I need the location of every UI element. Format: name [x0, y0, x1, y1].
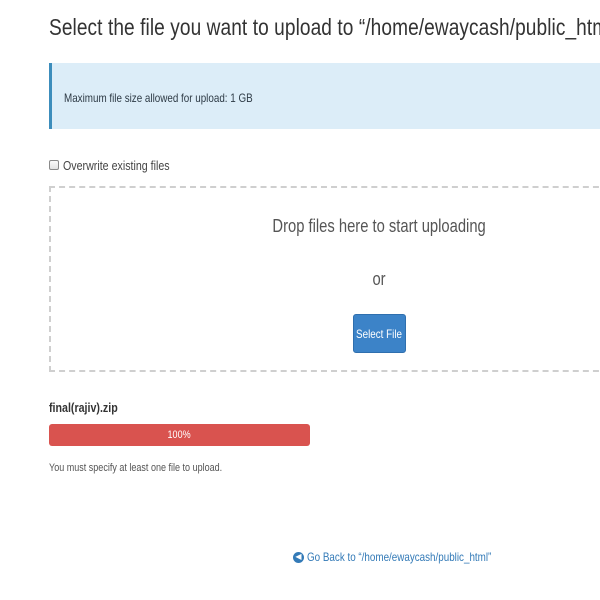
upload-error-message: You must specify at least one file to up…: [49, 462, 223, 474]
select-file-button-label: Select File: [356, 326, 403, 341]
go-back-link[interactable]: ◀ Go Back to “/home/ewaycash/public_html…: [293, 550, 532, 564]
upload-progress-label: 100%: [167, 429, 192, 441]
overwrite-label[interactable]: Overwrite existing files: [63, 158, 170, 173]
upload-filename: final(rajiv).zip: [49, 400, 118, 415]
upload-progress-fill: 100%: [49, 424, 310, 446]
page-title: Select the file you want to upload to “/…: [49, 14, 600, 40]
upload-progress-bar: 100%: [49, 424, 310, 446]
drop-zone-text: Drop files here to start uploading: [272, 216, 486, 236]
circle-arrow-left-icon: ◀: [293, 551, 304, 563]
go-back-link-label[interactable]: Go Back to “/home/ewaycash/public_html”: [307, 550, 491, 564]
overwrite-checkbox[interactable]: [49, 160, 59, 170]
max-size-text: Maximum file size allowed for upload: 1 …: [64, 91, 253, 105]
drop-zone-or-text: or: [372, 269, 386, 289]
select-file-button[interactable]: Select File: [353, 314, 406, 353]
overwrite-option[interactable]: Overwrite existing files: [49, 157, 193, 173]
max-size-alert: Maximum file size allowed for upload: 1 …: [49, 63, 600, 129]
